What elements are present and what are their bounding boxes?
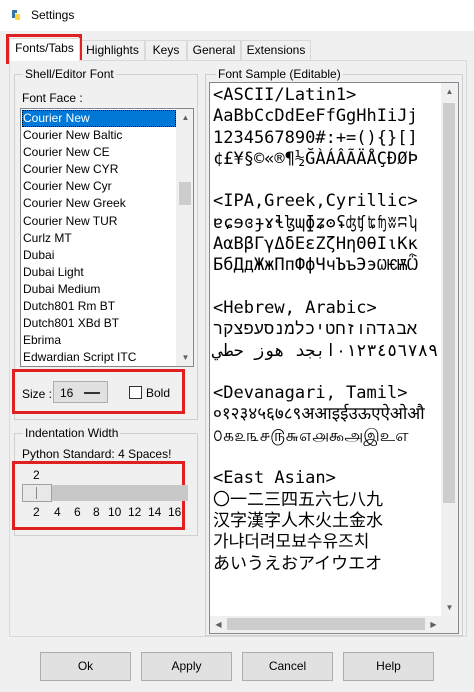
font-face-listbox[interactable]: Courier New Courier New Baltic Courier N… (20, 108, 194, 367)
sample-line (213, 277, 438, 298)
font-face-label: Font Face : (22, 91, 83, 105)
list-item[interactable]: Curlz MT (22, 230, 176, 247)
apply-button[interactable]: Apply (141, 652, 232, 681)
list-item[interactable]: Edwardian Script ITC (22, 349, 176, 366)
list-item[interactable]: Dutch801 Rm BT (22, 298, 176, 315)
list-item[interactable]: Courier New Baltic (22, 127, 176, 144)
slider-tick: 14 (148, 505, 162, 519)
font-list-scrollbar[interactable]: ▲ ▼ (176, 109, 193, 366)
sample-line: あいうえおアイウエオ (213, 553, 383, 574)
scroll-down-arrow-icon[interactable]: ▼ (441, 599, 458, 616)
font-sample-label: Font Sample (Editable) (216, 67, 343, 81)
ok-button[interactable]: Ok (40, 652, 131, 681)
scroll-right-arrow-icon[interactable]: ▶ (425, 616, 442, 633)
indentation-width-label: Indentation Width (23, 426, 121, 440)
sample-line: БбДдЖжПпФфЧчЪъЭэѠѤѬѼ (213, 255, 418, 276)
sample-line: ०१२३४५६७८९अआइईउऊएऐओऔ (213, 404, 425, 425)
tab-fonts-tabs[interactable]: Fonts/Tabs (9, 38, 80, 61)
sample-line: 汉字漢字人木火土金水 (213, 510, 383, 531)
sample-line: 1234567890#:+=(){}[] (213, 127, 418, 148)
help-button[interactable]: Help (343, 652, 434, 681)
sample-line: <Devanagari, Tamil> (213, 383, 408, 404)
sample-line: <IPA,Greek,Cyrillic> (213, 191, 418, 212)
font-sample-hscrollbar[interactable]: ◀ ▶ (210, 616, 442, 633)
tab-bar: Fonts/Tabs Highlights Keys General Exten… (9, 38, 469, 61)
sample-line: <East Asian> (213, 468, 336, 489)
slider-tick: 12 (128, 505, 142, 519)
scroll-down-arrow-icon[interactable]: ▼ (177, 349, 193, 366)
font-list: Courier New Courier New Baltic Courier N… (22, 110, 176, 366)
sample-line: 가냐더려모뵤수유즈치 (213, 532, 370, 553)
font-sample-textarea[interactable]: <ASCII/Latin1> AaBbCcDdEeFfGgHhIiJj 1234… (209, 82, 459, 634)
list-item[interactable]: Courier New CE (22, 144, 176, 161)
font-sample-vscrollbar[interactable]: ▲ ▼ (441, 83, 458, 633)
list-item[interactable]: Courier New TUR (22, 213, 176, 230)
font-sample-lines: <ASCII/Latin1> AaBbCcDdEeFfGgHhIiJj 1234… (213, 85, 438, 575)
scrollbar-thumb[interactable] (227, 618, 425, 630)
tab-highlights[interactable]: Highlights (80, 40, 145, 61)
slider-tick: 8 (93, 505, 100, 519)
sample-line: אבגדהוזחטיכלמנסעפצקר (213, 319, 418, 340)
tab-keys[interactable]: Keys (145, 40, 187, 61)
scroll-left-arrow-icon[interactable]: ◀ (210, 616, 227, 633)
cancel-button[interactable]: Cancel (242, 652, 333, 681)
sample-line (213, 447, 438, 468)
sample-line: ௦௧௨௩௪௫௬௭௮௯அஇஉஎ (213, 425, 409, 446)
scrollbar-thumb[interactable] (443, 103, 455, 503)
size-label: Size : (22, 387, 53, 401)
tab-extensions[interactable]: Extensions (241, 40, 311, 61)
shell-editor-font-label: Shell/Editor Font (23, 67, 116, 81)
list-item[interactable]: Courier New (22, 110, 176, 128)
sample-line (213, 362, 438, 383)
python-idle-icon (10, 9, 22, 21)
list-item[interactable]: Dubai (22, 247, 176, 264)
font-size-value: 16 (60, 386, 74, 400)
slider-tick: 16 (168, 505, 182, 519)
sample-line: ɐɕɘɞɟɤɬɮɰɸʑʘʢʤʧʨʩʬʭʮ (213, 212, 418, 233)
list-item[interactable]: Dubai Light (22, 264, 176, 281)
list-item[interactable]: Courier New CYR (22, 161, 176, 178)
sample-line: <Hebrew, Arabic> (213, 297, 377, 318)
indent-slider-handle[interactable] (22, 484, 52, 502)
slider-tick: 4 (54, 505, 61, 519)
list-item[interactable]: Dubai Medium (22, 281, 176, 298)
sample-line: ΑαΒβΓγΔδΕεΖζΗηΘθΙιΚκ (213, 234, 418, 255)
bold-label[interactable]: Bold (146, 386, 170, 400)
tab-general[interactable]: General (187, 40, 241, 61)
sample-line: ٠١٢٣٤٥٦٧٨٩ابجد هوز حطي (213, 340, 439, 361)
sample-line: 〇一二三四五六七八九 (213, 489, 383, 510)
scroll-up-arrow-icon[interactable]: ▲ (177, 109, 193, 126)
list-item[interactable]: Courier New Cyr (22, 178, 176, 195)
sample-line: AaBbCcDdEeFfGgHhIiJj (213, 106, 418, 127)
sample-line (213, 170, 438, 191)
slider-tick: 2 (33, 505, 40, 519)
list-item[interactable]: Dutch801 XBd BT (22, 315, 176, 332)
window-title: Settings (31, 8, 75, 22)
scroll-up-arrow-icon[interactable]: ▲ (441, 83, 458, 100)
python-standard-hint: Python Standard: 4 Spaces! (22, 447, 172, 461)
slider-tick: 6 (74, 505, 81, 519)
sample-line: <ASCII/Latin1> (213, 85, 357, 105)
sample-line: ¢£¥§©«®¶½ĞÀÁÂÃÄÅÇÐØÞ (213, 148, 418, 169)
dropdown-indicator-icon (84, 392, 100, 394)
bold-checkbox[interactable] (129, 386, 142, 399)
list-item[interactable]: Courier New Greek (22, 195, 176, 212)
font-size-dropdown[interactable]: 16 (53, 381, 108, 403)
slider-tick: 10 (108, 505, 122, 519)
title-bar: Settings (0, 0, 474, 31)
scrollbar-thumb[interactable] (179, 182, 191, 205)
list-item[interactable]: Ebrima (22, 332, 176, 349)
indent-current-value: 2 (33, 468, 40, 482)
